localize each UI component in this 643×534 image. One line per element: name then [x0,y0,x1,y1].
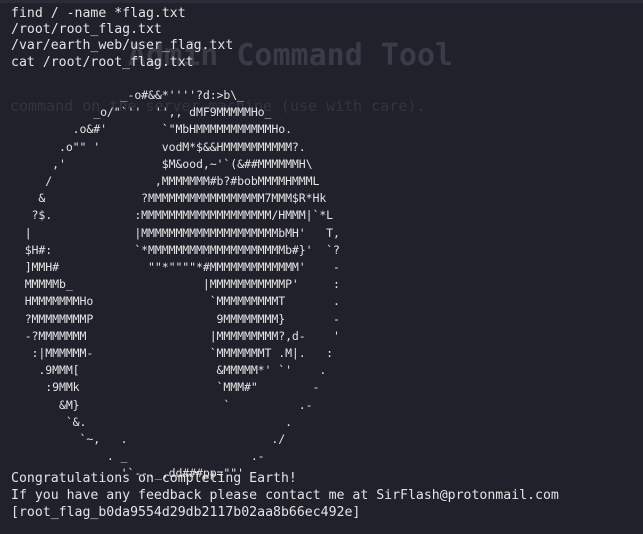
ascii-line: :|MMMMMM- `MMMMMMMT .M|. : [11,346,334,361]
ascii-line: `~, . ./ [11,432,286,447]
window-top-strip [0,0,643,3]
output-line-user-flag-path: /var/earth_web/user_flag.txt [11,38,234,54]
ascii-line: & ?MMMMMMMMMMMMMMMMM7MMM$R*Hk [11,191,327,206]
ascii-line: _o/"`'' '',, dMF9MMMMMHo_ [11,105,272,120]
terminal-window[interactable]: Admin Command Tool command on the server… [0,0,643,534]
ascii-line: `&. . [11,414,292,429]
ascii-line: ?$. :MMMMMMMMMMMMMMMMMMM/HMMM|`*L [11,208,334,223]
ascii-line: MMMMMb_ |MMMMMMMMMMMP' : [11,277,340,292]
ascii-line: &M} ` .- [11,397,313,412]
ascii-line: .9MMM[ &MMMMM*' `' . [11,363,327,378]
ascii-line: ,' $M&ood,~'`(&##MMMMMMH\ [11,156,313,171]
ascii-line: ]MMH# ""*""""*#MMMMMMMMMMMMM' - [11,260,340,275]
ascii-line: _-o#&&*''''?d:>b\_ [11,88,244,102]
ascii-line: -?MMMMMMM |MMMMMMMMM?,d- ' [11,328,340,343]
output-line-root-flag-path: /root/root_flag.txt [11,22,162,38]
ascii-line: | |MMMMMMMMMMMMMMMMMMMMbMH' T, [11,225,340,240]
root-flag-value: [root_flag_b0da9554d29db2117b02aa8b66ec4… [11,505,361,520]
ascii-line: $H#: `*MMMMMMMMMMMMMMMMMMMMb#}' `? [11,242,340,257]
ascii-line: ?MMMMMMMMP 9MMMMMMMM} - [11,311,340,326]
congratulations-text: Congratulations on completing Earth! [11,471,297,486]
ascii-line: :9MMk `MMM#" - [11,380,320,395]
command-output: find / -name *flag.txt/root/root_flag.tx… [11,6,233,71]
completion-message: Congratulations on completing Earth! If y… [11,470,559,521]
ascii-line: / ,MMMMMMM#b?#bobMMMMHMMML [11,174,320,189]
ascii-line: .o"" ' vodM*$&&HMMMMMMMMMM?. [11,139,306,154]
command-line-find: find / -name *flag.txt [11,6,186,21]
feedback-text: If you have any feedback please contact … [11,488,559,503]
ascii-line: HMMMMMMMHo `MMMMMMMMMT . [11,294,340,309]
ascii-line: .o&#' `"MbHMMMMMMMMMMMHo. [11,122,292,137]
command-line-cat: cat /root/root_flag.txt [11,54,194,70]
ascii-line: . _ .- [11,449,265,464]
ascii-art-earth: _-o#&&*''''?d:>b\_ _o/"`'' '',, dMF9MMMM… [11,87,340,483]
